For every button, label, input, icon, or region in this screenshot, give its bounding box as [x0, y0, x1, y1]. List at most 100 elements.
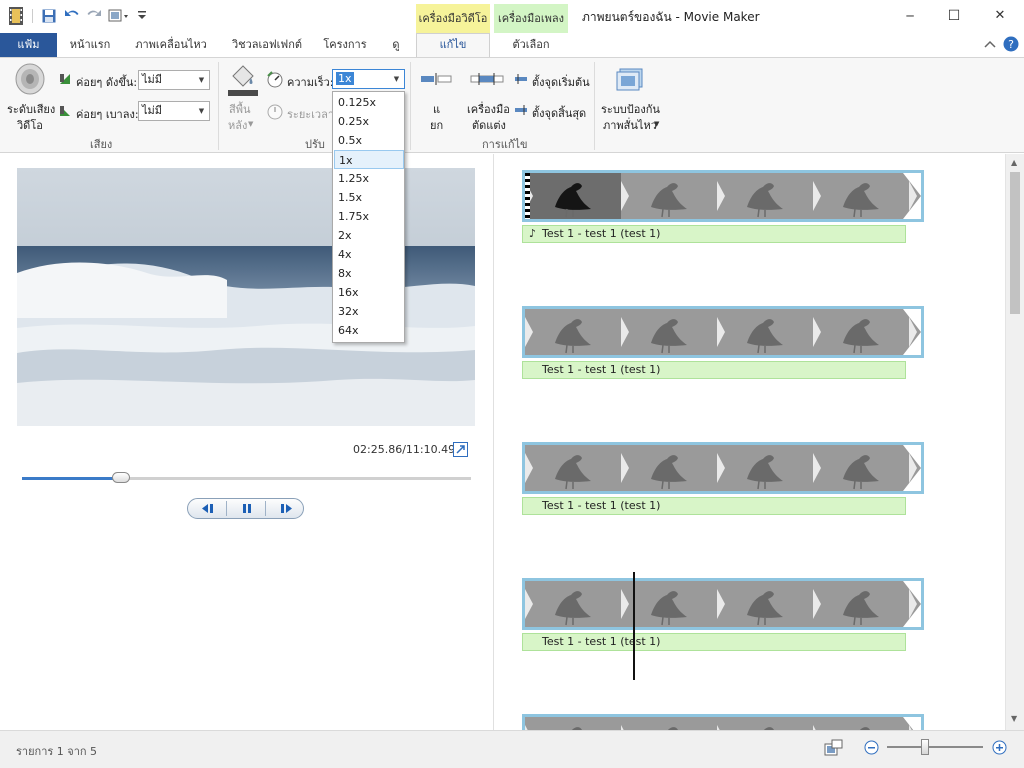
- tab-edit[interactable]: แก้ไข: [416, 33, 490, 57]
- chevron-down-icon[interactable]: ▼: [389, 70, 404, 88]
- clip-thumbnail[interactable]: [522, 578, 924, 630]
- snapshot-icon[interactable]: [108, 8, 130, 27]
- speed-select[interactable]: 1x ▼: [332, 69, 405, 89]
- storyboard-scrollbar[interactable]: ▲ ▼: [1005, 154, 1024, 730]
- stabilization-label-2[interactable]: ภาพสั่นไหว: [603, 116, 657, 134]
- undo-icon[interactable]: [64, 8, 80, 25]
- help-icon[interactable]: ?: [1003, 36, 1019, 55]
- scroll-down-icon[interactable]: ▼: [1011, 714, 1017, 723]
- tab-view[interactable]: ดู: [382, 33, 410, 57]
- speed-option[interactable]: 0.5x: [334, 131, 404, 150]
- speed-option[interactable]: 8x: [334, 264, 404, 283]
- zoom-out-icon[interactable]: [864, 740, 879, 758]
- clip-thumbnail[interactable]: [522, 306, 924, 358]
- tab-home[interactable]: หน้าแรก: [62, 33, 118, 57]
- fade-in-select[interactable]: ไม่มี ▼: [138, 70, 210, 90]
- speed-option[interactable]: 4x: [334, 245, 404, 264]
- split-label-2[interactable]: ยก: [430, 116, 443, 134]
- next-frame-button[interactable]: [266, 499, 305, 518]
- clip-caption-text: Test 1 - test 1 (test 1): [542, 635, 661, 648]
- pause-button[interactable]: [227, 499, 266, 518]
- playhead[interactable]: [633, 572, 635, 680]
- speed-option[interactable]: 1.25x: [334, 169, 404, 188]
- clip-frame: [525, 309, 622, 355]
- duration-icon: [266, 102, 284, 123]
- scroll-up-icon[interactable]: ▲: [1011, 158, 1017, 167]
- customize-qat-icon[interactable]: [137, 9, 147, 24]
- thumbnail-size-icon[interactable]: [824, 739, 844, 760]
- clip-caption[interactable]: Test 1 - test 1 (test 1): [522, 633, 906, 651]
- speed-option[interactable]: 32x: [334, 302, 404, 321]
- bg-color-chevron-icon: ▼: [248, 120, 254, 128]
- clip-frame: [813, 717, 910, 730]
- speed-option[interactable]: 1x: [334, 150, 404, 169]
- redo-icon[interactable]: [86, 8, 102, 25]
- fade-out-select[interactable]: ไม่มี ▼: [138, 101, 210, 121]
- fade-out-label: ค่อยๆ เบาลง:: [76, 108, 139, 121]
- close-button[interactable]: ✕: [978, 4, 1022, 28]
- trim-icon[interactable]: [470, 72, 504, 89]
- set-end-icon[interactable]: [514, 104, 528, 119]
- clip-thumbnail[interactable]: [522, 170, 924, 222]
- speed-option[interactable]: 0.125x: [334, 93, 404, 112]
- clip-frame: [813, 445, 910, 491]
- clip-thumbnail[interactable]: [522, 714, 924, 730]
- chevron-down-icon[interactable]: ▼: [194, 102, 209, 120]
- previous-frame-button[interactable]: [188, 499, 227, 518]
- tab-options[interactable]: ตัวเลือก: [494, 33, 568, 57]
- zoom-thumb[interactable]: [921, 739, 930, 755]
- speed-option[interactable]: 2x: [334, 226, 404, 245]
- speed-option[interactable]: 64x: [334, 321, 404, 340]
- set-end-label[interactable]: ตั้งจุดสิ้นสุด: [532, 104, 586, 122]
- stabilization-chevron-icon: ▼: [654, 120, 660, 128]
- clip-frame: [525, 173, 622, 219]
- fullscreen-icon[interactable]: [453, 442, 468, 460]
- clip-frame: [813, 173, 910, 219]
- speed-dropdown-list[interactable]: 0.125x 0.25x 0.5x 1x 1.25x 1.5x 1.75x 2x 4x 8x 16x…: [332, 91, 405, 343]
- speed-option[interactable]: 0.25x: [334, 112, 404, 131]
- bg-color-label-2[interactable]: หลัง: [228, 116, 247, 134]
- set-start-icon[interactable]: [514, 73, 528, 88]
- clip-caption[interactable]: Test 1 - test 1 (test 1): [522, 497, 906, 515]
- clip-thumbnail[interactable]: [522, 442, 924, 494]
- clip-caption[interactable]: Test 1 - test 1 (test 1): [522, 361, 906, 379]
- storyboard[interactable]: ♪ Test 1 - test 1 (test 1) Test 1 - test…: [494, 154, 1004, 730]
- zoom-in-icon[interactable]: [992, 740, 1007, 758]
- seek-thumb[interactable]: [111, 472, 130, 483]
- split-icon[interactable]: [420, 72, 454, 89]
- clip-start-marker: [525, 173, 530, 219]
- speed-value: 1x: [336, 72, 354, 85]
- set-start-label[interactable]: ตั้งจุดเริ่มต้น: [532, 73, 590, 91]
- volume-label-2[interactable]: วิดีโอ: [17, 116, 43, 134]
- stabilization-icon[interactable]: [615, 64, 645, 97]
- minimize-button[interactable]: ─: [888, 4, 932, 28]
- save-icon[interactable]: [42, 9, 56, 26]
- tab-file[interactable]: แฟ้ม: [0, 33, 57, 57]
- clip-frame: [621, 445, 718, 491]
- collapse-ribbon-icon[interactable]: [984, 39, 996, 52]
- paint-bucket-icon[interactable]: [226, 62, 260, 101]
- clip-frame: [621, 173, 718, 219]
- chevron-down-icon[interactable]: ▼: [194, 71, 209, 89]
- maximize-button[interactable]: ☐: [932, 4, 976, 28]
- video-preview[interactable]: [17, 168, 475, 426]
- clip-caption[interactable]: ♪ Test 1 - test 1 (test 1): [522, 225, 906, 243]
- trim-label-2[interactable]: ตัดแต่ง: [472, 116, 506, 134]
- speed-option[interactable]: 16x: [334, 283, 404, 302]
- speed-option[interactable]: 1.5x: [334, 188, 404, 207]
- clip-end-arrow: [903, 173, 921, 219]
- fade-in-label: ค่อยๆ ดังขึ้น:: [76, 76, 138, 89]
- group-label-editing: การแก้ไข: [482, 138, 528, 151]
- music-note-icon: ♪: [529, 227, 537, 240]
- app-film-icon[interactable]: [9, 7, 23, 28]
- clip-frame: [717, 445, 814, 491]
- speaker-icon[interactable]: [14, 62, 46, 99]
- fade-in-icon: [58, 72, 72, 89]
- scroll-thumb[interactable]: [1010, 172, 1020, 314]
- tab-project[interactable]: โครงการ: [318, 33, 372, 57]
- speed-option[interactable]: 1.75x: [334, 207, 404, 226]
- group-separator: [410, 62, 411, 150]
- tab-animations[interactable]: ภาพเคลื่อนไหว: [130, 33, 212, 57]
- zoom-track[interactable]: [887, 746, 983, 748]
- tab-visual-effects[interactable]: วิชวลเอฟเฟกต์: [222, 33, 312, 57]
